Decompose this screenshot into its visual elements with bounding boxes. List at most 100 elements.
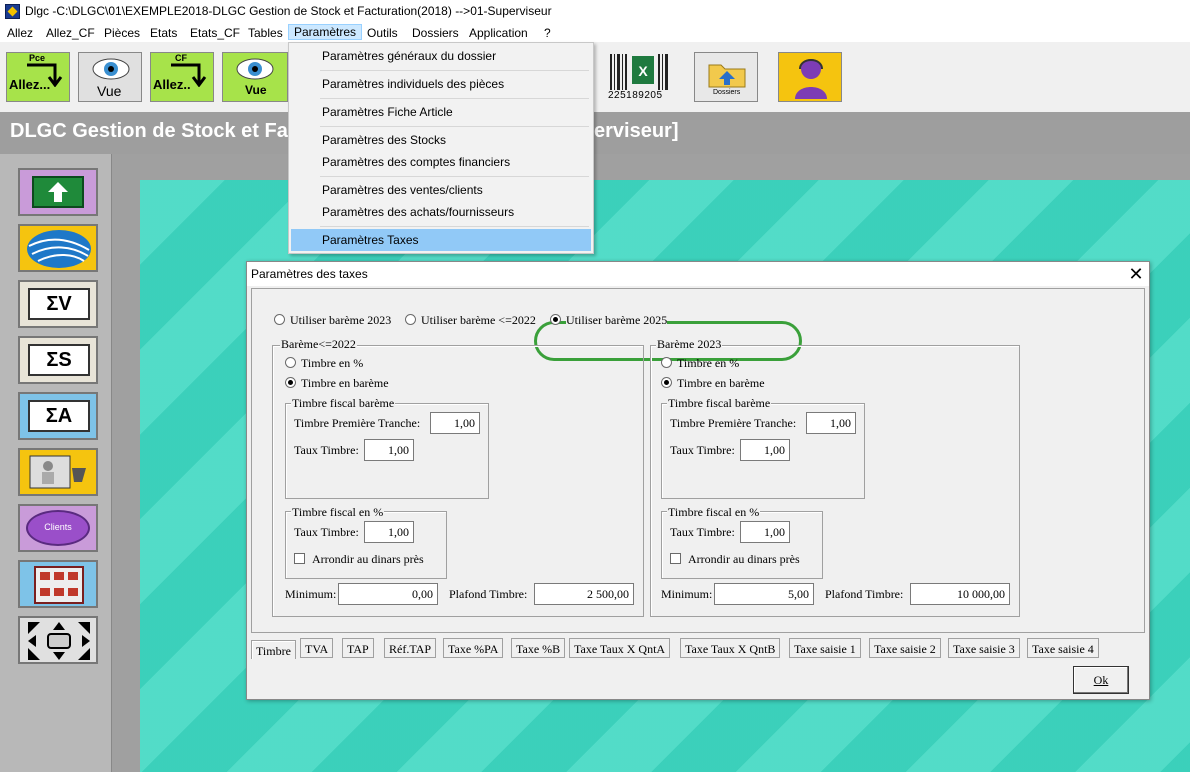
sidebar-globe-button[interactable] [18, 224, 98, 272]
left-timbre-bareme-label: Timbre en barème [301, 376, 389, 390]
upload-home-icon [32, 176, 84, 208]
menu-item-achats-fournisseurs[interactable]: Paramètres des achats/fournisseurs [291, 201, 591, 223]
dialog-title: Paramètres des taxes [251, 267, 368, 281]
app-logo-icon [5, 4, 20, 19]
vue-cf-label: Vue [245, 83, 267, 97]
menu-tables[interactable]: Tables [248, 25, 283, 41]
radio-left-timbre-bareme[interactable] [285, 377, 296, 388]
tab-tva[interactable]: TVA [300, 638, 334, 658]
dropdown-divider [320, 98, 589, 99]
menu-dossiers[interactable]: Dossiers [412, 25, 459, 41]
barcode-excel-button[interactable]: X 225189205 [606, 52, 672, 102]
tab-taxe-pct-pa[interactable]: Taxe %PA [443, 638, 504, 658]
left-taux-timbre-input[interactable]: 1,00 [364, 439, 414, 461]
tab-tap[interactable]: TAP [342, 638, 374, 658]
menu-allez[interactable]: Allez [7, 25, 33, 41]
allez-cf-button[interactable]: CF Allez.. [150, 52, 214, 102]
folder-icon [708, 64, 746, 88]
group-bareme-2023-title: Barème 2023 [656, 337, 723, 352]
allez-pce-button[interactable]: Pce Allez... [6, 52, 70, 102]
dossiers-label: Dossiers [713, 89, 741, 96]
support-button[interactable] [778, 52, 842, 102]
menu-item-parametres-pieces[interactable]: Paramètres individuels des pièces [291, 73, 591, 95]
radio-bareme-2025-label: Utiliser barème 2025 [566, 313, 668, 328]
left-taux-timbre2-label: Taux Timbre: [294, 525, 359, 539]
left-minimum-input[interactable]: 0,00 [338, 583, 438, 605]
right-minimum-input[interactable]: 5,00 [714, 583, 814, 605]
right-taux-timbre-label: Taux Timbre: [670, 443, 735, 457]
radio-right-timbre-pct[interactable] [661, 357, 672, 368]
left-premiere-tranche-input[interactable]: 1,00 [430, 412, 480, 434]
app-banner: DLGC Gestion de Stock et Fa erviseur] [0, 112, 1190, 154]
sidebar-grid-button[interactable] [18, 560, 98, 608]
menu-item-comptes-financiers[interactable]: Paramètres des comptes financiers [291, 151, 591, 173]
tab-taxe-pct-b[interactable]: Taxe %B [511, 638, 566, 658]
right-taux-timbre2-label: Taux Timbre: [670, 525, 735, 539]
vue-label: Vue [97, 83, 122, 99]
right-plafond-label: Plafond Timbre: [825, 587, 904, 601]
expand-arrows-icon [28, 622, 90, 660]
menu-item-parametres-taxes[interactable]: Paramètres Taxes [291, 229, 591, 251]
menu-bar: Allez Allez_CF Pièces Etats Etats_CF Tab… [0, 23, 1190, 42]
menu-pieces[interactable]: Pièces [104, 25, 140, 41]
close-icon[interactable]: ✕ [1125, 264, 1147, 284]
left-fiscal-pct-title: Timbre fiscal en % [291, 505, 385, 520]
menu-etats-cf[interactable]: Etats_CF [190, 25, 240, 41]
ok-button[interactable]: Ok [1073, 666, 1129, 694]
barcode-icon: X [610, 54, 668, 90]
vue-cf-button[interactable]: Vue [222, 52, 288, 102]
menu-item-fiche-article[interactable]: Paramètres Fiche Article [291, 101, 591, 123]
left-taux-timbre2-input[interactable]: 1,00 [364, 521, 414, 543]
sidebar-clients-button[interactable]: Clients [18, 504, 98, 552]
sidebar-home-button[interactable] [18, 168, 98, 216]
menu-item-stocks[interactable]: Paramètres des Stocks [291, 129, 591, 151]
taxes-dialog: Paramètres des taxes ✕ Utiliser barème 2… [246, 261, 1150, 700]
menu-outils[interactable]: Outils [367, 25, 398, 41]
dropdown-divider [320, 126, 589, 127]
sidebar-cashier-button[interactable] [18, 448, 98, 496]
tab-taxe-saisie-4[interactable]: Taxe saisie 4 [1027, 638, 1099, 658]
left-minimum-label: Minimum: [285, 587, 337, 601]
dropdown-divider [320, 176, 589, 177]
clients-label: Clients [26, 510, 90, 546]
sidebar-sigma-s-button[interactable]: ΣS [18, 336, 98, 384]
menu-application[interactable]: Application [469, 25, 528, 41]
menu-etats[interactable]: Etats [150, 25, 177, 41]
menu-item-parametres-generaux[interactable]: Paramètres généraux du dossier [291, 45, 591, 67]
right-taux-timbre2-input[interactable]: 1,00 [740, 521, 790, 543]
right-taux-timbre-input[interactable]: 1,00 [740, 439, 790, 461]
menu-parametres[interactable]: Paramètres [288, 24, 363, 40]
dossiers-button[interactable]: Dossiers [694, 52, 758, 102]
menu-allez-cf[interactable]: Allez_CF [46, 25, 95, 41]
right-premiere-tranche-input[interactable]: 1,00 [806, 412, 856, 434]
tab-timbre[interactable]: Timbre [251, 640, 296, 659]
sidebar-sigma-a-button[interactable]: ΣA [18, 392, 98, 440]
tab-taxe-saisie-2[interactable]: Taxe saisie 2 [869, 638, 941, 658]
radio-bareme-2022[interactable] [405, 314, 416, 325]
tab-taxe-saisie-3[interactable]: Taxe saisie 3 [948, 638, 1020, 658]
menu-item-ventes-clients[interactable]: Paramètres des ventes/clients [291, 179, 591, 201]
sigma-s-icon: ΣS [28, 344, 90, 376]
tab-taxe-taux-qnta[interactable]: Taxe Taux X QntA [569, 638, 671, 658]
window-title: Dlgc -C:\DLGC\01\EXEMPLE2018-DLGC Gestio… [25, 4, 552, 18]
parametres-dropdown: Paramètres généraux du dossier Paramètre… [288, 42, 594, 254]
vue-button[interactable]: Vue [78, 52, 142, 102]
right-arrondir-checkbox[interactable] [670, 553, 681, 564]
radio-right-timbre-bareme[interactable] [661, 377, 672, 388]
sidebar-expand-button[interactable] [18, 616, 98, 664]
tab-taxe-saisie-1[interactable]: Taxe saisie 1 [789, 638, 861, 658]
left-plafond-input[interactable]: 2 500,00 [534, 583, 634, 605]
radio-bareme-2025[interactable] [550, 314, 561, 325]
tab-ref-tap[interactable]: Réf.TAP [384, 638, 437, 658]
left-arrondir-checkbox[interactable] [294, 553, 305, 564]
menu-help[interactable]: ? [544, 25, 551, 41]
tab-taxe-taux-qntb[interactable]: Taxe Taux X QntB [680, 638, 781, 658]
sidebar-sigma-v-button[interactable]: ΣV [18, 280, 98, 328]
radio-left-timbre-pct[interactable] [285, 357, 296, 368]
left-timbre-pct-label: Timbre en % [301, 356, 364, 370]
radio-bareme-2023[interactable] [274, 314, 285, 325]
right-plafond-input[interactable]: 10 000,00 [910, 583, 1010, 605]
right-premiere-tranche-label: Timbre Première Tranche: [670, 416, 797, 430]
window-titlebar: Dlgc -C:\DLGC\01\EXEMPLE2018-DLGC Gestio… [0, 0, 1190, 23]
left-fiscal-bareme-title: Timbre fiscal barème [291, 396, 396, 411]
